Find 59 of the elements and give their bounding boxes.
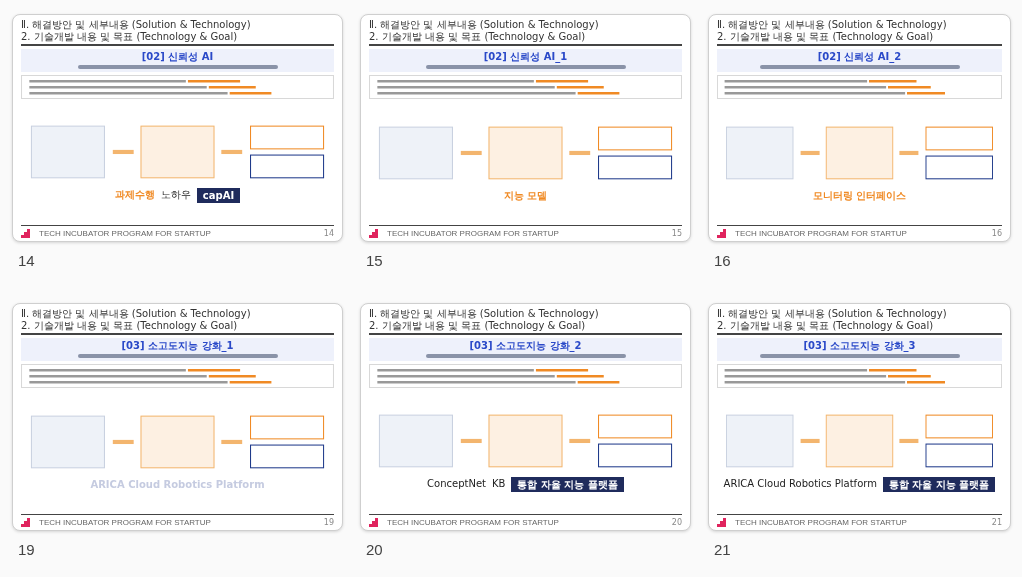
diagram-label: 통합 자율 지능 플랫폼 bbox=[882, 476, 996, 492]
footer-text: TECH INCUBATOR PROGRAM FOR STARTUP bbox=[735, 228, 908, 238]
slide-header: Ⅱ. 해결방안 및 세부내용 (Solution & Technology) bbox=[21, 19, 252, 31]
page-number: 15 bbox=[671, 228, 682, 238]
slide-subheader: 2. 기술개발 내용 및 목표 (Technology & Goal) bbox=[717, 320, 935, 332]
slide-subheader: 2. 기술개발 내용 및 목표 (Technology & Goal) bbox=[369, 31, 587, 43]
diagram-label: capAI bbox=[196, 187, 241, 203]
slide-thumbnail[interactable]: Ⅱ. 해결방안 및 세부내용 (Solution & Technology) 2. 기술개발 내용 및 목표 (Technology & Goal) [02] 신뢰성 AI 과제수행 노하우 capAI TECH INCUBATOR PROGRAM FOR STARTUP 14 bbox=[12, 14, 343, 242]
section-title: [03] 소고도지능 강화_2 bbox=[469, 340, 582, 352]
stairs-logo-icon bbox=[21, 228, 33, 238]
slide-number: 21 bbox=[713, 541, 732, 558]
diagram-label: 지능 모델 bbox=[503, 188, 548, 202]
diagram-label: ARICA Cloud Robotics Platform bbox=[723, 476, 877, 491]
diagram-label: ConceptNet bbox=[427, 476, 486, 491]
stairs-logo-icon bbox=[717, 228, 729, 238]
slide-number: 16 bbox=[713, 252, 732, 269]
slide-thumbnail[interactable]: Ⅱ. 해결방안 및 세부내용 (Solution & Technology) 2. 기술개발 내용 및 목표 (Technology & Goal) [03] 소고도지능 강화_3 ARICA Cloud Robotics Platform 통합 자율 지능 플랫폼 TECH INCUBATOR PROGRAM FOR STARTUP 21 bbox=[708, 303, 1011, 531]
slide-header: Ⅱ. 해결방안 및 세부내용 (Solution & Technology) bbox=[717, 19, 948, 31]
section-title: [02] 신뢰성 AI_2 bbox=[817, 51, 902, 63]
slide-subheader: 2. 기술개발 내용 및 목표 (Technology & Goal) bbox=[21, 31, 239, 43]
footer-text: TECH INCUBATOR PROGRAM FOR STARTUP bbox=[735, 517, 908, 527]
slide-thumbnail[interactable]: Ⅱ. 해결방안 및 세부내용 (Solution & Technology) 2. 기술개발 내용 및 목표 (Technology & Goal) [02] 신뢰성 AI_1 지능 모델 TECH INCUBATOR PROGRAM FOR STARTUP 15 bbox=[360, 14, 691, 242]
section-title: [02] 신뢰성 AI bbox=[141, 51, 214, 63]
page-number: 16 bbox=[991, 228, 1002, 238]
stairs-logo-icon bbox=[717, 517, 729, 527]
section-title: [02] 신뢰성 AI_1 bbox=[483, 51, 568, 63]
footer-text: TECH INCUBATOR PROGRAM FOR STARTUP bbox=[39, 228, 212, 238]
diagram-label: ARICA Cloud Robotics Platform bbox=[90, 477, 265, 491]
diagram-label: 노하우 bbox=[160, 187, 191, 202]
page-number: 20 bbox=[671, 517, 682, 527]
slide-number: 14 bbox=[17, 252, 36, 269]
slide-subheader: 2. 기술개발 내용 및 목표 (Technology & Goal) bbox=[369, 320, 587, 332]
slide-number: 20 bbox=[365, 541, 384, 558]
footer-text: TECH INCUBATOR PROGRAM FOR STARTUP bbox=[387, 228, 560, 238]
slide-thumbnail[interactable]: Ⅱ. 해결방안 및 세부내용 (Solution & Technology) 2. 기술개발 내용 및 목표 (Technology & Goal) [03] 소고도지능 강화_1 ARICA Cloud Robotics Platform TECH INCUBATOR PROGRAM FOR STARTUP 19 bbox=[12, 303, 343, 531]
page-number: 21 bbox=[991, 517, 1002, 527]
slide-subheader: 2. 기술개발 내용 및 목표 (Technology & Goal) bbox=[21, 320, 239, 332]
page-number: 19 bbox=[323, 517, 334, 527]
slide-header: Ⅱ. 해결방안 및 세부내용 (Solution & Technology) bbox=[717, 308, 948, 320]
stairs-logo-icon bbox=[21, 517, 33, 527]
slide-number: 19 bbox=[17, 541, 36, 558]
stairs-logo-icon bbox=[369, 517, 381, 527]
stairs-logo-icon bbox=[369, 228, 381, 238]
slide-number: 15 bbox=[365, 252, 384, 269]
diagram-label: 모니터링 인터페이스 bbox=[812, 188, 907, 202]
diagram-label: 과제수행 bbox=[114, 187, 155, 202]
slide-header: Ⅱ. 해결방안 및 세부내용 (Solution & Technology) bbox=[21, 308, 252, 320]
diagram-label: 통합 자율 지능 플랫폼 bbox=[511, 476, 624, 492]
section-title: [03] 소고도지능 강화_3 bbox=[803, 340, 916, 352]
footer-text: TECH INCUBATOR PROGRAM FOR STARTUP bbox=[387, 517, 560, 527]
page-number: 14 bbox=[323, 228, 334, 238]
diagram-label: KB bbox=[492, 476, 506, 491]
section-title: [03] 소고도지능 강화_1 bbox=[121, 340, 234, 352]
slide-thumbnail[interactable]: Ⅱ. 해결방안 및 세부내용 (Solution & Technology) 2. 기술개발 내용 및 목표 (Technology & Goal) [03] 소고도지능 강화_2 ConceptNet KB 통합 자율 지능 플랫폼 TECH INCUBATOR PROGRAM FOR STARTUP 20 bbox=[360, 303, 691, 531]
slide-header: Ⅱ. 해결방안 및 세부내용 (Solution & Technology) bbox=[369, 308, 600, 320]
slide-subheader: 2. 기술개발 내용 및 목표 (Technology & Goal) bbox=[717, 31, 935, 43]
footer-text: TECH INCUBATOR PROGRAM FOR STARTUP bbox=[39, 517, 212, 527]
slide-header: Ⅱ. 해결방안 및 세부내용 (Solution & Technology) bbox=[369, 19, 600, 31]
slide-thumbnail[interactable]: Ⅱ. 해결방안 및 세부내용 (Solution & Technology) 2. 기술개발 내용 및 목표 (Technology & Goal) [02] 신뢰성 AI_2 모니터링 인터페이스 TECH INCUBATOR PROGRAM FOR STARTUP 16 bbox=[708, 14, 1011, 242]
